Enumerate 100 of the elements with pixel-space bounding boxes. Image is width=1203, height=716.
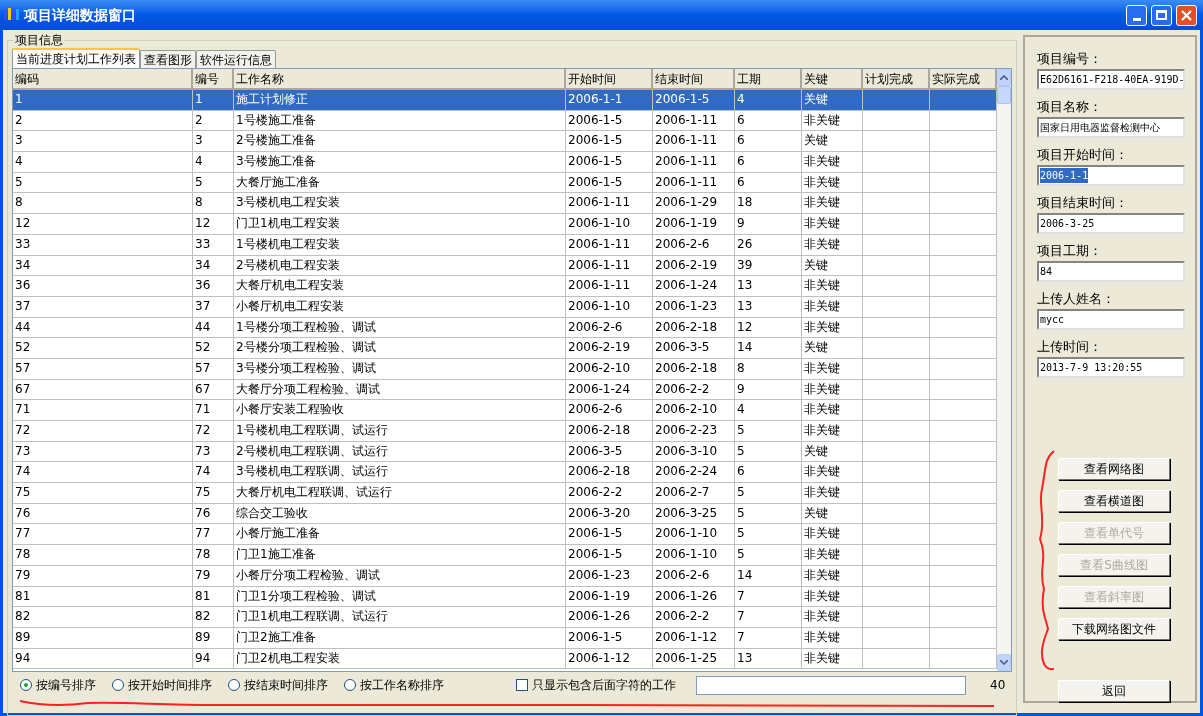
table-row[interactable]: 73 73 2号楼机电工程联调、试运行 2006-3-5 2006-3-10 5 关键 [13,441,997,463]
scroll-thumb[interactable] [997,86,1011,104]
radio-icon[interactable] [20,679,32,691]
table-cell: 2006-1-11 [568,236,631,251]
table-row[interactable]: 77 77 小餐厅施工准备 2006-1-5 2006-1-10 5 非关键 [13,524,997,546]
table-cell: 3 [15,133,23,148]
table-cell: 非关键 [804,464,840,479]
checkbox-icon[interactable] [516,679,528,691]
column-header[interactable]: 结束时间 [653,69,735,90]
table-cell: 36 [195,278,211,293]
table-cell: 5 [737,547,745,562]
table-row[interactable]: 33 33 1号楼机电工程安装 2006-1-11 2006-2-6 26 非关键 [13,234,997,256]
radio-icon[interactable] [344,679,356,691]
sort-radio[interactable]: 按开始时间排序 [112,676,212,694]
table-row[interactable]: 72 72 1号楼机电工程联调、试运行 2006-2-18 2006-2-23 5 非关键 [13,421,997,442]
table-row[interactable]: 67 67 大餐厅分项工程检验、调试 2006-1-24 2006-2-2 9 非关键 [13,379,997,401]
table-row[interactable]: 12 12 门卫1机电工程安装 2006-1-10 2006-1-19 9 非关键 [13,214,997,235]
table-cell: 8 [15,195,23,210]
table-row[interactable]: 36 36 大餐厅机电工程安装 2006-1-11 2006-1-24 13 非关键 [13,276,997,297]
table-row[interactable]: 5 5 大餐厅施工准备 2006-1-5 2006-1-11 6 非关键 [13,172,997,194]
table-cell: 2号楼施工准备 [236,133,316,148]
table-row[interactable]: 44 44 1号楼分项工程检验、调试 2006-2-6 2006-2-18 12 非关键 [13,317,997,339]
table-cell: 26 [737,236,753,251]
filter-field[interactable] [696,675,966,695]
sort-radio[interactable]: 按工作名称排序 [344,676,444,694]
table-cell: 非关键 [804,154,840,169]
table-cell: 2号楼机电工程安装 [236,257,340,272]
table-cell: 2006-1-5 [568,526,623,541]
table-cell: 非关键 [804,381,840,396]
column-header[interactable]: 关键 [802,69,863,90]
table-row[interactable]: 74 74 3号楼机电工程联调、试运行 2006-2-18 2006-2-24 6 非关键 [13,462,997,484]
table-row[interactable]: 57 57 3号楼分项工程检验、调试 2006-2-10 2006-2-18 8 非关键 [13,358,997,380]
text-field[interactable]: mycc [1037,309,1185,330]
action-button[interactable]: 查看网络图 [1058,458,1170,480]
action-button[interactable]: 下载网络图文件 [1058,618,1170,640]
table-cell: 3号楼施工准备 [236,154,316,169]
table-row[interactable]: 78 78 门卫1施工准备 2006-1-5 2006-1-10 5 非关键 [13,545,997,566]
sort-radio[interactable]: 按结束时间排序 [228,676,328,694]
table-row[interactable]: 94 94 门卫2机电工程安装 2006-1-12 2006-1-25 13 非关键 [13,648,997,670]
tab[interactable]: 当前进度计划工作列表 [12,48,140,68]
tab[interactable]: 软件运行信息 [196,50,276,68]
table-row[interactable]: 8 8 3号楼机电工程安装 2006-1-11 2006-1-29 18 非关键 [13,193,997,215]
column-header[interactable]: 编号 [193,69,234,90]
table-cell: 2006-1-11 [655,174,718,189]
table-cell: 14 [737,340,753,355]
scroll-down-icon[interactable] [997,654,1011,671]
column-header[interactable]: 编码 [13,69,193,90]
column-header[interactable]: 计划完成 [863,69,930,90]
table-cell: 关键 [804,340,828,355]
table-row[interactable]: 3 3 2号楼施工准备 2006-1-5 2006-1-11 6 关键 [13,131,997,153]
table-row[interactable]: 89 89 门卫2施工准备 2006-1-5 2006-1-12 7 非关键 [13,627,997,649]
table-row[interactable]: 76 76 综合交工验收 2006-3-20 2006-3-25 5 关键 [13,503,997,525]
table-cell: 非关键 [804,423,840,437]
table-row[interactable]: 34 34 2号楼机电工程安装 2006-1-11 2006-2-19 39 关键 [13,255,997,277]
column-header[interactable]: 实际完成 [930,69,997,90]
table-cell: 8 [195,195,203,210]
column-header[interactable]: 工作名称 [234,69,566,90]
table-cell: 非关键 [804,588,840,603]
table-cell: 14 [737,567,753,582]
tab[interactable]: 查看图形 [140,50,196,68]
minimize-button[interactable] [1126,4,1147,26]
action-button[interactable]: 查看横道图 [1058,490,1170,512]
text-field[interactable]: E62D6161-F218-40EA-919D- [1037,69,1185,90]
table-row[interactable]: 4 4 3号楼施工准备 2006-1-5 2006-1-11 6 非关键 [13,152,997,173]
text-field[interactable]: 84 [1037,261,1185,282]
sort-radio[interactable]: 按编号排序 [20,676,96,694]
action-button[interactable]: 返回 [1058,680,1170,702]
maximize-button[interactable] [1151,4,1172,26]
text-field[interactable]: 2006-1-1 [1037,165,1185,186]
table-cell: 2006-1-29 [655,195,718,210]
column-header[interactable]: 开始时间 [566,69,653,90]
table-cell: 2006-2-23 [655,423,718,437]
text-field[interactable]: 国家日用电器监督检测中心 [1037,117,1185,138]
radio-icon[interactable] [112,679,124,691]
scrollbar[interactable] [997,69,1011,671]
radio-icon[interactable] [228,679,240,691]
table-cell: 非关键 [804,360,840,375]
table-row[interactable]: 75 75 大餐厅机电工程联调、试运行 2006-2-2 2006-2-7 5 非关键 [13,483,997,504]
scroll-up-icon[interactable] [997,69,1011,86]
table-row[interactable]: 1 1 施工计划修正 2006-1-1 2006-1-5 4 关键 [13,90,997,111]
table-cell: 2006-1-5 [568,547,623,562]
table-row[interactable]: 81 81 门卫1分项工程检验、调试 2006-1-19 2006-1-26 7 非关键 [13,586,997,608]
table-row[interactable]: 82 82 门卫1机电工程联调、试运行 2006-1-26 2006-2-2 7 非关键 [13,607,997,628]
table-row[interactable]: 52 52 2号楼分项工程检验、调试 2006-2-19 2006-3-5 14 关键 [13,338,997,359]
table-row[interactable]: 71 71 小餐厅安装工程验收 2006-2-6 2006-2-10 4 非关键 [13,400,997,421]
text-field[interactable]: 2006-3-25 [1037,213,1185,234]
table-row[interactable]: 79 79 小餐厅分项工程检验、调试 2006-1-23 2006-2-6 14 非关键 [13,565,997,587]
table-row[interactable]: 2 2 1号楼施工准备 2006-1-5 2006-1-11 6 非关键 [13,110,997,132]
table-cell: 75 [15,485,31,500]
table-cell: 2006-1-5 [568,629,623,644]
table-cell: 2号楼分项工程检验、调试 [236,340,376,355]
text-field[interactable]: 2013-7-9 13:20:55 [1037,357,1185,378]
table-cell: 2006-1-12 [568,650,631,665]
filter-checkbox[interactable]: 只显示包含后面字符的工作 [516,676,676,694]
table-row[interactable]: 37 37 小餐厅机电工程安装 2006-1-10 2006-1-23 13 非关键 [13,296,997,318]
maximize-icon [1156,10,1167,20]
table-cell: 4 [195,154,203,169]
table-cell: 3 [195,133,203,148]
close-button[interactable] [1176,4,1197,26]
column-header[interactable]: 工期 [735,69,802,90]
